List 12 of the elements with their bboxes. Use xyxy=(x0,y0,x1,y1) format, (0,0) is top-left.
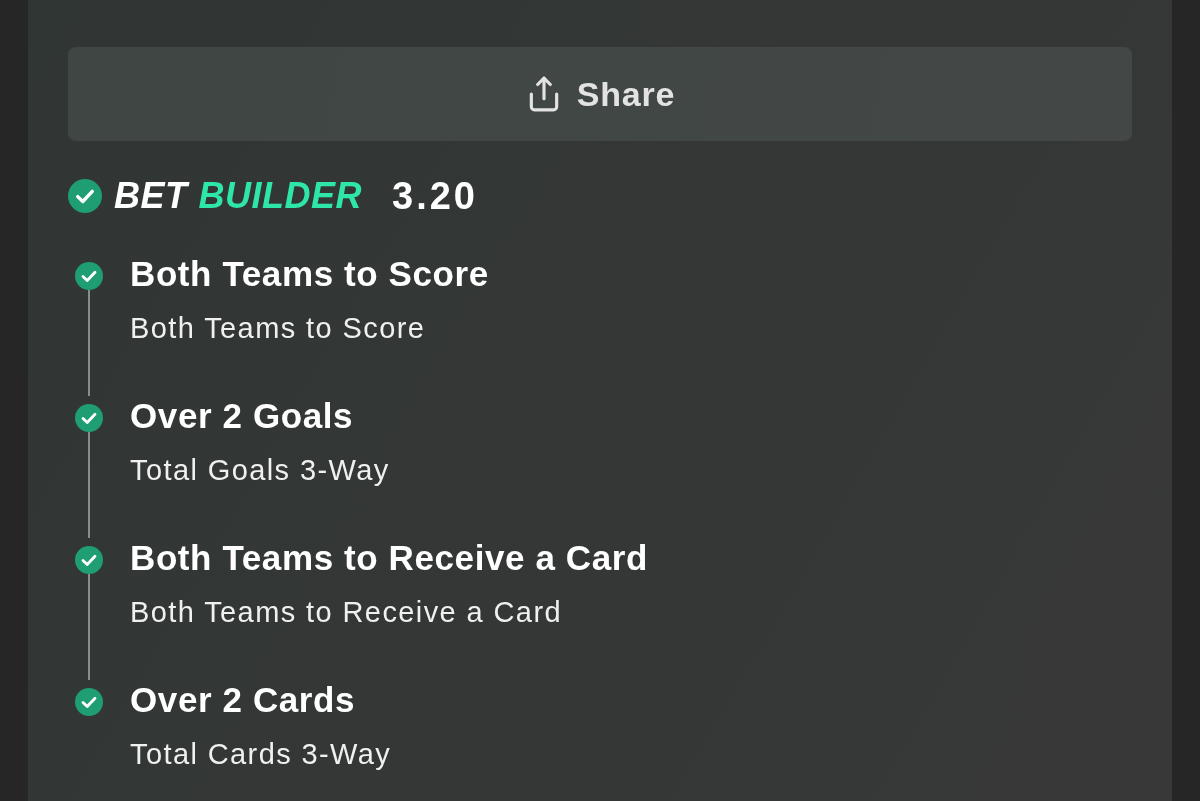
selection-title: Both Teams to Receive a Card xyxy=(130,538,648,578)
bet-builder-label: BUILDER xyxy=(198,175,362,217)
odds-value: 3.20 xyxy=(392,174,478,218)
selection-title: Both Teams to Score xyxy=(130,254,489,294)
selection-market: Both Teams to Receive a Card xyxy=(130,595,563,629)
selection-market: Total Goals 3-Way xyxy=(130,453,390,487)
selection-title: Over 2 Goals xyxy=(130,396,355,436)
bet-builder-label: BET xyxy=(114,175,188,217)
selection-market: Both Teams to Score xyxy=(130,311,427,345)
selection-market: Total Cards 3-Way xyxy=(130,737,392,771)
share-button[interactable]: Share xyxy=(68,47,1132,141)
selection-title: Over 2 Cards xyxy=(130,680,357,720)
